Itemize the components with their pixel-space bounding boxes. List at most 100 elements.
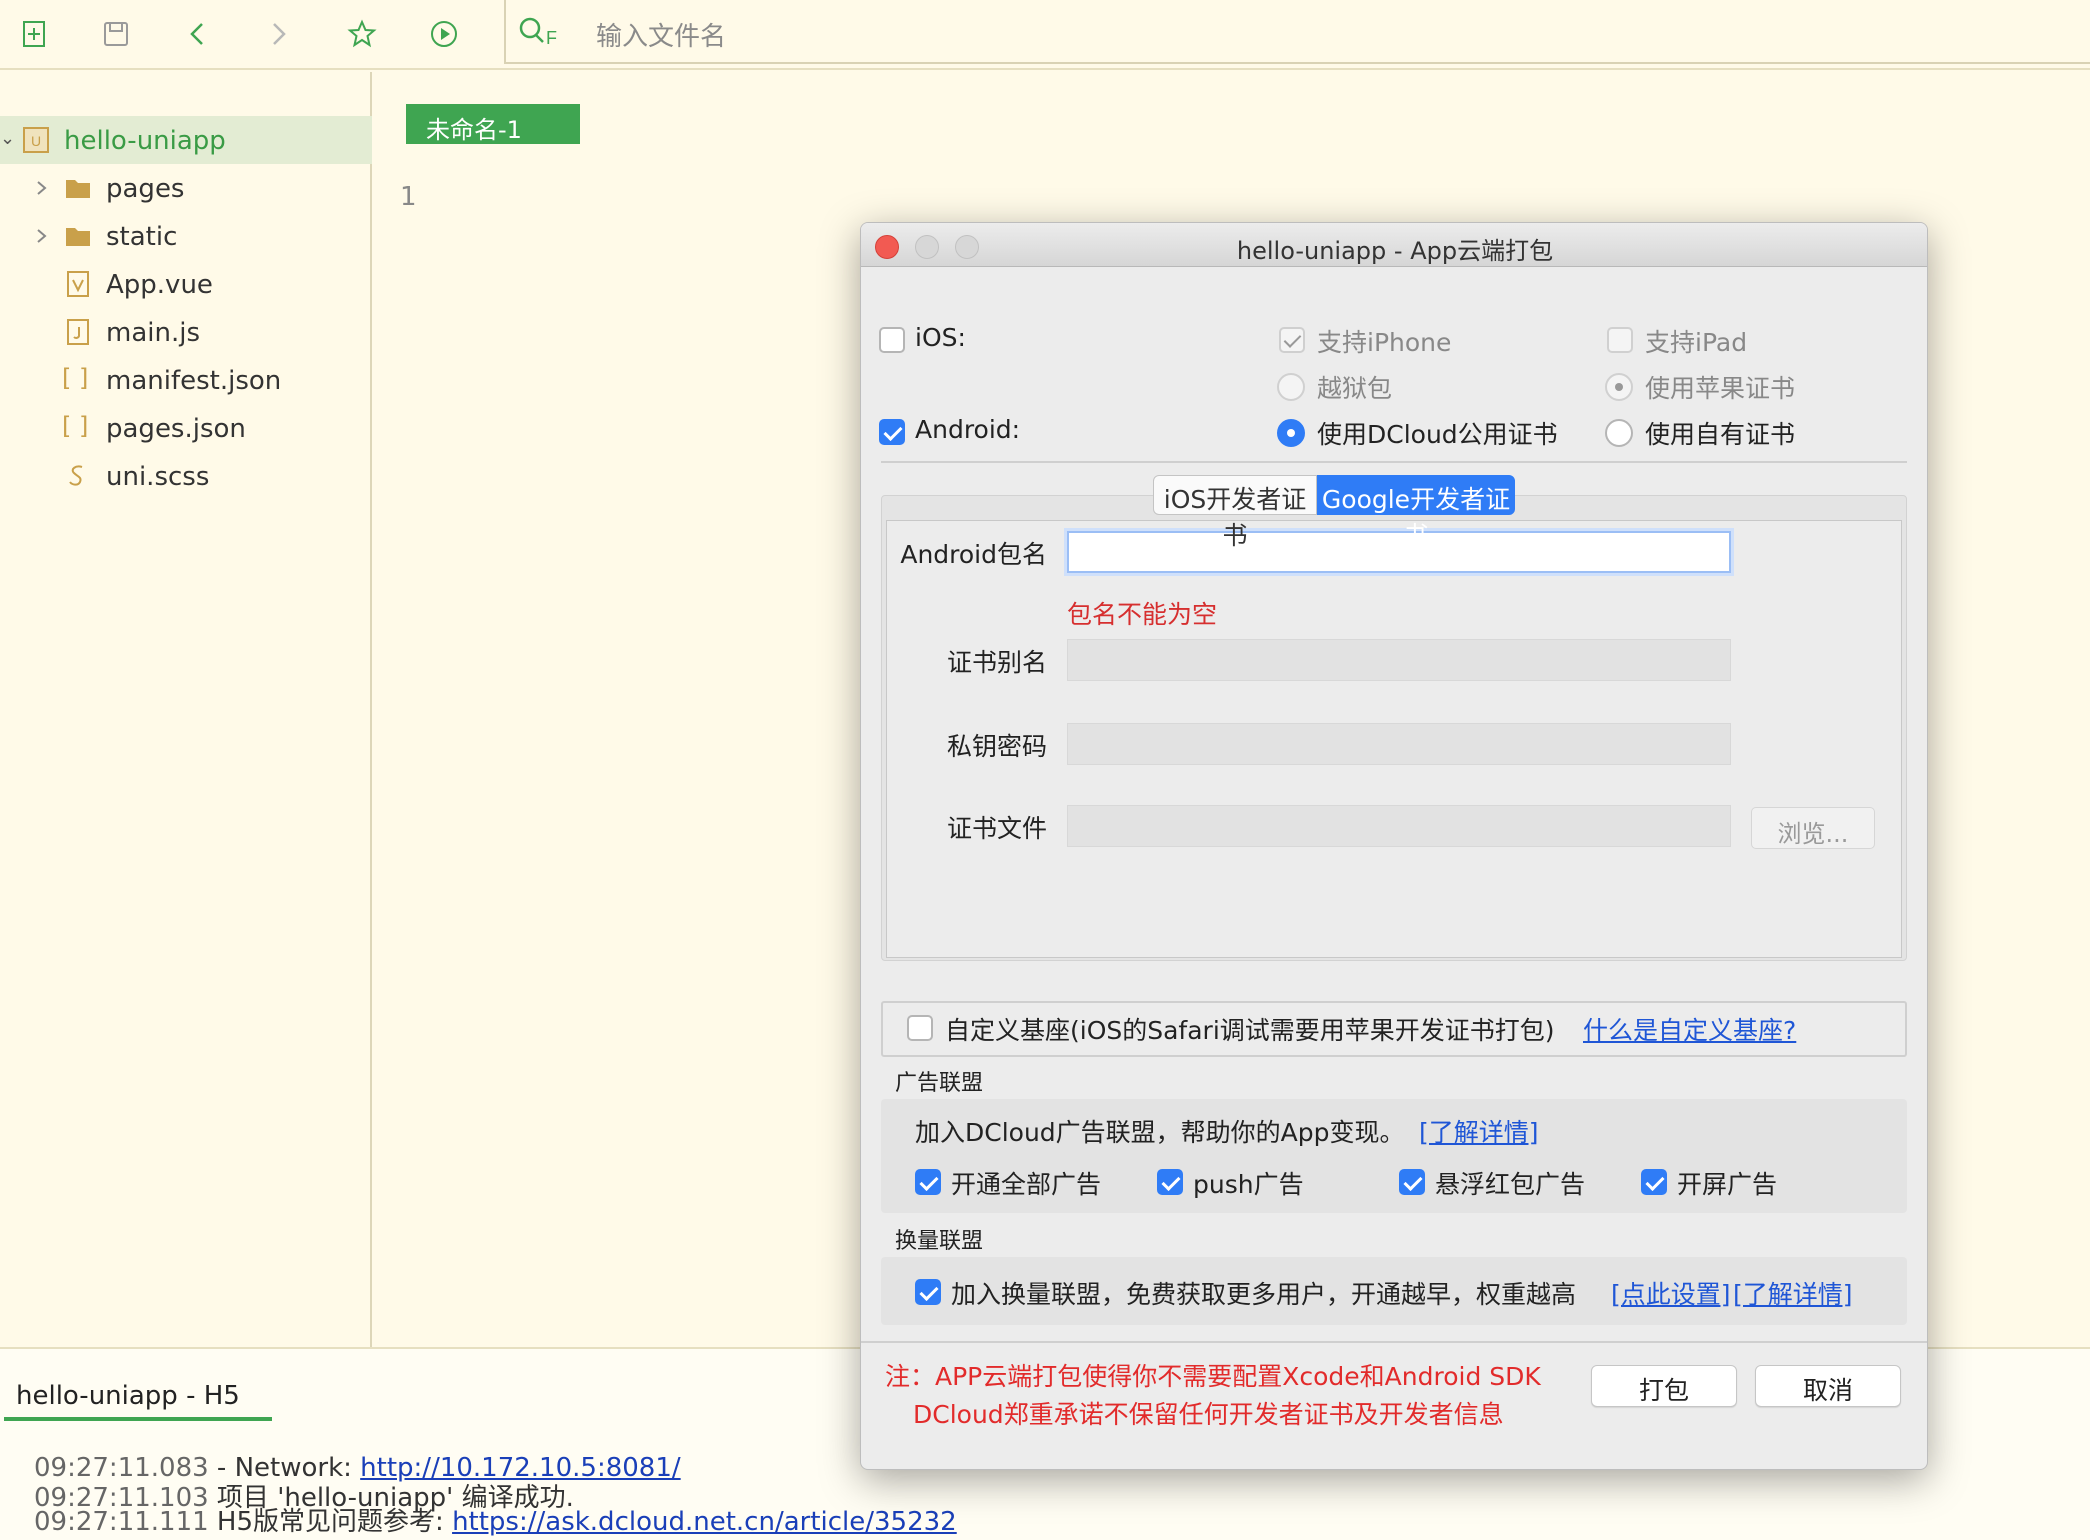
support-iphone-checkbox[interactable]: [1279, 327, 1305, 353]
ios-label: iOS:: [915, 323, 966, 352]
dialog-titlebar[interactable]: hello-uniapp - App云端打包: [861, 223, 1927, 267]
chevron-right-icon[interactable]: [32, 176, 52, 200]
star-icon[interactable]: [344, 16, 380, 52]
cert-file-input[interactable]: [1067, 805, 1731, 847]
exchange-union-settings-link[interactable]: [点此设置]: [1611, 1275, 1731, 1311]
log-line: 09:27:11.111 H5版常见问题参考: https://ask.dclo…: [34, 1501, 957, 1538]
footer-note-line1: 注：APP云端打包使得你不需要配置Xcode和Android SDK: [885, 1362, 1541, 1391]
exchange-union-title: 换量联盟: [895, 1229, 984, 1254]
divider: [881, 461, 1907, 463]
tree-item-main-js[interactable]: main.js: [0, 308, 372, 356]
ad-union-desc: 加入DCloud广告联盟，帮助你的App变现。: [915, 1118, 1405, 1147]
svg-text:F: F: [546, 28, 557, 48]
jailbreak-label: 越狱包: [1317, 374, 1393, 403]
cert-tab-panel: Android包名 包名不能为空 证书别名 私钥密码 证书文件 浏览...: [881, 495, 1907, 961]
tree-item-label: hello-uniapp: [64, 126, 226, 156]
chevron-right-icon[interactable]: [32, 224, 52, 248]
tree-item-uni-scss[interactable]: uni.scss: [0, 452, 372, 500]
exchange-union-details-link[interactable]: [了解详情]: [1733, 1275, 1853, 1311]
package-error-text: 包名不能为空: [1067, 600, 1218, 629]
splash-ads-checkbox[interactable]: [1641, 1169, 1667, 1195]
tree-item-pages[interactable]: pages: [0, 164, 372, 212]
tab-ios-cert[interactable]: iOS开发者证书: [1153, 475, 1317, 550]
folder-icon: [66, 180, 90, 198]
browse-button[interactable]: 浏览...: [1751, 807, 1875, 849]
vue-file-icon: [67, 271, 89, 297]
support-ipad-label: 支持iPad: [1645, 328, 1748, 357]
exchange-union-box: 加入换量联盟，免费获取更多用户，开通越早，权重越高 [点此设置] [了解详情]: [881, 1257, 1907, 1325]
footer-note-line2: DCloud郑重承诺不保留任何开发者证书及开发者信息: [913, 1400, 1504, 1429]
ad-union-title: 广告联盟: [895, 1071, 984, 1096]
tree-root-hello-uniapp[interactable]: ⌄ U hello-uniapp: [0, 116, 372, 164]
folder-icon: [66, 228, 90, 246]
android-label: Android:: [915, 415, 1021, 444]
file-search-placeholder: 输入文件名: [596, 22, 727, 52]
cancel-button[interactable]: 取消: [1755, 1365, 1901, 1407]
dcloud-cert-radio[interactable]: [1277, 419, 1305, 447]
custom-base-checkbox[interactable]: [907, 1015, 933, 1041]
svg-text:U: U: [31, 133, 41, 149]
save-icon[interactable]: [98, 16, 134, 52]
forward-icon[interactable]: [260, 16, 296, 52]
tree-item-label: pages.json: [106, 414, 246, 444]
push-ads-label: push广告: [1193, 1170, 1304, 1199]
own-cert-label: 使用自有证书: [1645, 420, 1796, 449]
cert-alias-label: 证书别名: [946, 648, 1047, 677]
custom-base-label: 自定义基座(iOS的Safari调试需要用苹果开发证书打包): [945, 1016, 1555, 1045]
jailbreak-radio[interactable]: [1277, 373, 1305, 401]
private-key-password-label: 私钥密码: [946, 732, 1047, 761]
toolbar: F 输入文件名: [0, 0, 2090, 70]
editor-tab[interactable]: 未命名-1: [406, 104, 580, 144]
footer-divider: [861, 1341, 1927, 1343]
log-timestamp: 09:27:11.111: [34, 1507, 209, 1537]
tree-item-manifest-json[interactable]: [ ] manifest.json: [0, 356, 372, 404]
cloud-pack-dialog: hello-uniapp - App云端打包 iOS: 支持iPhone 支持i…: [860, 222, 1928, 1470]
tree-item-static[interactable]: static: [0, 212, 372, 260]
apple-cert-radio[interactable]: [1605, 373, 1633, 401]
tab-google-cert[interactable]: Google开发者证书: [1317, 475, 1515, 550]
splash-ads-label: 开屏广告: [1677, 1170, 1778, 1199]
back-icon[interactable]: [180, 16, 216, 52]
tree-item-app-vue[interactable]: App.vue: [0, 260, 372, 308]
js-file-icon: [67, 319, 89, 345]
dialog-title: hello-uniapp - App云端打包: [1236, 237, 1554, 265]
exchange-union-checkbox[interactable]: [915, 1279, 941, 1305]
scss-file-icon: [69, 465, 83, 486]
all-ads-checkbox[interactable]: [915, 1169, 941, 1195]
run-icon[interactable]: [426, 16, 462, 52]
log-link[interactable]: https://ask.dcloud.net.cn/article/35232: [452, 1507, 957, 1537]
console-tab[interactable]: hello-uniapp - H5: [4, 1377, 272, 1421]
push-ads-checkbox[interactable]: [1157, 1169, 1183, 1195]
tree-item-label: uni.scss: [106, 462, 210, 492]
ios-checkbox[interactable]: [879, 327, 905, 353]
own-cert-radio[interactable]: [1605, 419, 1633, 447]
apple-cert-label: 使用苹果证书: [1645, 374, 1796, 403]
collapse-caret-icon[interactable]: ⌄: [0, 128, 15, 149]
tree-item-label: manifest.json: [106, 366, 282, 396]
tree-item-label: pages: [106, 174, 185, 204]
cert-form: Android包名 包名不能为空 证书别名 私钥密码 证书文件 浏览...: [886, 520, 1902, 958]
float-redpacket-ads-checkbox[interactable]: [1399, 1169, 1425, 1195]
tree-item-label: main.js: [106, 318, 200, 348]
json-file-icon: [ ]: [62, 412, 89, 440]
package-name-input[interactable]: [1067, 531, 1731, 573]
pack-button[interactable]: 打包: [1591, 1365, 1737, 1407]
cert-file-label: 证书文件: [946, 814, 1047, 843]
file-search-bar[interactable]: F 输入文件名: [504, 0, 2090, 64]
cert-alias-input[interactable]: [1067, 639, 1731, 681]
custom-base-box: 自定义基座(iOS的Safari调试需要用苹果开发证书打包) 什么是自定义基座?: [881, 1001, 1907, 1057]
dcloud-cert-label: 使用DCloud公用证书: [1317, 420, 1558, 449]
private-key-password-input[interactable]: [1067, 723, 1731, 765]
line-number: 1: [400, 182, 417, 212]
ad-union-box: 加入DCloud广告联盟，帮助你的App变现。 [了解详情] 开通全部广告 pu…: [881, 1099, 1907, 1213]
support-ipad-checkbox[interactable]: [1607, 327, 1633, 353]
tree-item-pages-json[interactable]: [ ] pages.json: [0, 404, 372, 452]
new-file-icon[interactable]: [16, 16, 52, 52]
float-redpacket-ads-label: 悬浮红包广告: [1435, 1170, 1586, 1199]
android-checkbox[interactable]: [879, 419, 905, 445]
all-ads-label: 开通全部广告: [951, 1170, 1102, 1199]
ad-union-details-link[interactable]: [了解详情]: [1419, 1113, 1539, 1149]
project-explorer: ⌄ U hello-uniapp pages static App.vue ma…: [0, 72, 372, 1347]
json-file-icon: [ ]: [62, 364, 89, 392]
custom-base-help-link[interactable]: 什么是自定义基座?: [1583, 1011, 1796, 1047]
